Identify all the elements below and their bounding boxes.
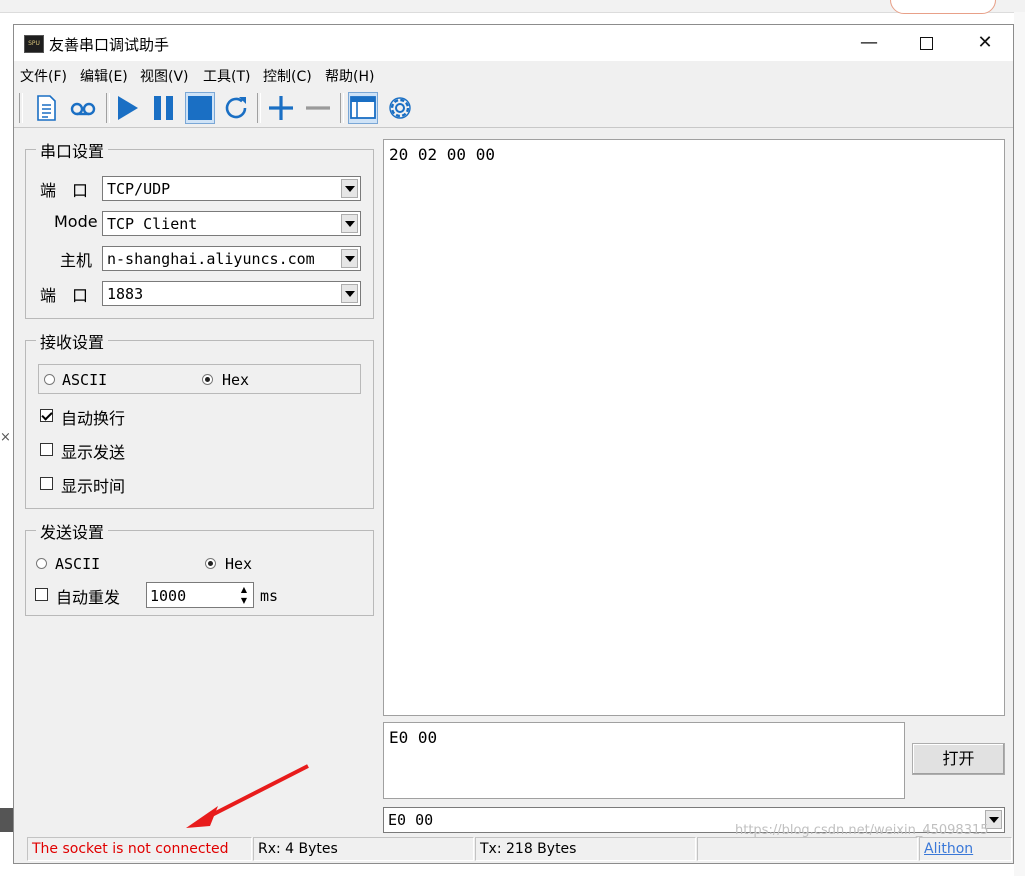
port2-select[interactable]: 1883 (102, 281, 361, 306)
toolbar-separator (340, 93, 344, 123)
refresh-icon[interactable] (221, 92, 251, 124)
send-textarea[interactable]: E0 00 (383, 722, 905, 799)
interval-unit: ms (260, 587, 279, 605)
stop-icon[interactable] (185, 92, 215, 124)
menu-view[interactable]: 视图(V) (140, 66, 189, 86)
mode-value: TCP Client (107, 215, 198, 233)
receive-settings-group: 接收设置 ASCII Hex 自动换行 显示发送 显示时间 (25, 329, 374, 509)
menu-file[interactable]: 文件(F) (20, 66, 67, 86)
receive-content: 20 02 00 00 (389, 145, 495, 164)
menu-bar: 文件(F) 编辑(E) 视图(V) 工具(T) 控制(C) 帮助(H) (14, 61, 1013, 89)
play-icon[interactable] (113, 92, 143, 124)
show-time-label: 显示时间 (61, 477, 126, 496)
new-file-icon[interactable] (31, 92, 61, 124)
settings-icon[interactable] (385, 92, 415, 124)
maximize-icon (919, 36, 933, 50)
connection-status: The socket is not connected (27, 837, 252, 861)
receive-format-box: ASCII Hex (38, 364, 361, 394)
chevron-down-icon[interactable] (341, 284, 358, 303)
receive-ascii-label: ASCII (62, 371, 108, 389)
window-icon[interactable] (348, 92, 378, 124)
host-select[interactable]: n-shanghai.aliyuncs.com (102, 246, 361, 271)
toolbar-grip (19, 93, 23, 123)
chevron-down-icon[interactable] (341, 179, 358, 198)
receive-textarea[interactable]: 20 02 00 00 (383, 139, 1005, 716)
interval-value: 1000 (150, 587, 187, 605)
background-browser-button (890, 0, 996, 14)
port-select[interactable]: TCP/UDP (102, 176, 361, 201)
spin-down-icon[interactable]: ▼ (236, 595, 252, 606)
rx-count: Rx: 4 Bytes (253, 837, 474, 861)
port-label: 端 口 (40, 181, 89, 200)
toolbar-separator (106, 93, 110, 123)
watermark: https://blog.csdn.net/weixin_45098315 (735, 823, 989, 838)
receive-hex-radio[interactable] (202, 374, 213, 385)
maximize-button[interactable] (897, 25, 955, 61)
background-page-edge (1014, 12, 1025, 876)
port-value: TCP/UDP (107, 180, 171, 198)
close-button[interactable]: ✕ (956, 25, 1014, 61)
send-hex-label: Hex (225, 555, 253, 573)
send-ascii-radio[interactable] (36, 558, 47, 569)
annotation-arrow-icon (186, 764, 309, 828)
title-bar: SPU 友善串口调试助手 — ✕ (14, 25, 1013, 61)
background-close-icon: × (0, 430, 11, 445)
send-settings-title: 发送设置 (36, 519, 109, 543)
mode-select[interactable]: TCP Client (102, 211, 361, 236)
serial-settings-group: 串口设置 端 口 TCP/UDP Mode TCP Client 主机 n-sh… (25, 138, 374, 319)
status-empty-cell (697, 837, 918, 861)
toolbar-separator (257, 93, 261, 123)
interval-spinbox[interactable]: 1000 ▲ ▼ (146, 582, 254, 608)
open-button[interactable]: 打开 (912, 743, 1005, 775)
background-bar (0, 808, 14, 832)
send-settings-group: 发送设置 ASCII Hex 自动重发 1000 ▲ ▼ ms (25, 519, 374, 616)
send-ascii-label: ASCII (55, 555, 101, 573)
serial-settings-title: 串口设置 (36, 138, 109, 162)
minimize-button[interactable]: — (840, 25, 898, 61)
menu-help[interactable]: 帮助(H) (325, 66, 374, 86)
auto-resend-label: 自动重发 (56, 588, 121, 607)
app-window: SPU 友善串口调试助手 — ✕ 文件(F) 编辑(E) 视图(V) 工具(T)… (13, 24, 1014, 864)
toolbar (14, 89, 1013, 128)
menu-edit[interactable]: 编辑(E) (80, 66, 128, 86)
show-send-label: 显示发送 (61, 443, 126, 462)
history-value: E0 00 (388, 811, 434, 829)
show-time-checkbox[interactable] (40, 477, 53, 490)
host-label: 主机 (60, 251, 93, 270)
mode-label: Mode (54, 212, 98, 231)
auto-newline-label: 自动换行 (61, 409, 126, 428)
menu-control[interactable]: 控制(C) (263, 66, 312, 86)
pause-icon[interactable] (149, 92, 179, 124)
port2-value: 1883 (107, 285, 144, 303)
menu-tools[interactable]: 工具(T) (203, 66, 250, 86)
tx-count: Tx: 218 Bytes (475, 837, 696, 861)
send-content: E0 00 (389, 728, 438, 747)
send-hex-radio[interactable] (205, 558, 216, 569)
show-send-checkbox[interactable] (40, 443, 53, 456)
receive-hex-label: Hex (222, 371, 250, 389)
chevron-down-icon[interactable] (341, 249, 358, 268)
record-icon[interactable] (67, 92, 97, 124)
auto-newline-checkbox[interactable] (40, 409, 53, 422)
host-value: n-shanghai.aliyuncs.com (107, 250, 315, 268)
receive-ascii-radio[interactable] (44, 374, 55, 385)
app-logo-icon: SPU (24, 35, 44, 53)
background-browser-strip (0, 0, 1025, 13)
status-bar: The socket is not connected Rx: 4 Bytes … (14, 837, 1013, 863)
add-icon[interactable] (266, 92, 296, 124)
about-link[interactable]: Alithon (919, 837, 1012, 861)
window-title: 友善串口调试助手 (49, 36, 170, 54)
remove-icon[interactable] (303, 92, 333, 124)
port2-label: 端 口 (40, 286, 89, 305)
receive-settings-title: 接收设置 (36, 329, 109, 353)
chevron-down-icon[interactable] (341, 214, 358, 233)
auto-resend-checkbox[interactable] (35, 588, 48, 601)
spin-up-icon[interactable]: ▲ (236, 584, 252, 595)
